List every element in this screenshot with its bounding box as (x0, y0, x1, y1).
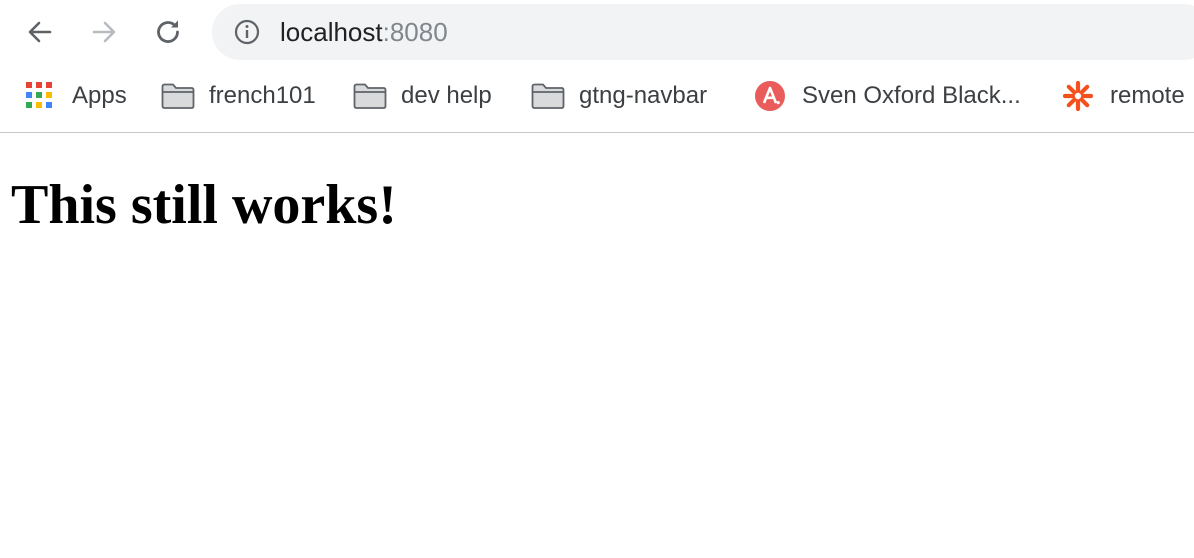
url-host: localhost (280, 17, 383, 47)
bookmark-label: gtng-navbar (579, 82, 708, 109)
page-content: This still works! (0, 133, 1194, 558)
address-bar[interactable]: localhost:8080 (212, 4, 1194, 60)
bookmark-dev-help[interactable]: dev help (353, 80, 492, 112)
page-heading: This still works! (11, 174, 397, 236)
red-circle-a-icon (754, 81, 786, 111)
forward-button[interactable] (86, 14, 122, 50)
folder-icon (353, 81, 387, 111)
back-button[interactable] (22, 14, 58, 50)
apps-grid-icon (26, 81, 60, 111)
bookmark-remote[interactable]: remote (1062, 80, 1185, 112)
reload-button[interactable] (150, 14, 186, 50)
bookmark-sven-oxford[interactable]: Sven Oxford Black... (754, 80, 1021, 112)
orange-asterisk-icon (1062, 80, 1094, 112)
reload-icon (153, 17, 183, 47)
bookmark-label: Apps (72, 82, 127, 109)
folder-icon (531, 81, 565, 111)
url-text[interactable]: localhost:8080 (280, 18, 448, 46)
bookmark-apps[interactable]: Apps (26, 80, 127, 112)
bookmark-label: french101 (209, 82, 316, 109)
forward-arrow-icon (90, 18, 118, 46)
back-arrow-icon (26, 18, 54, 46)
bookmarks-bar: Apps french101 dev help gtng-navbar Sven… (0, 66, 1194, 133)
browser-toolbar: localhost:8080 (0, 0, 1194, 66)
bookmark-gtng-navbar[interactable]: gtng-navbar (531, 80, 707, 112)
bookmark-label: Sven Oxford Black... (802, 82, 1021, 109)
bookmark-label: dev help (401, 82, 492, 109)
bookmark-french101[interactable]: french101 (161, 80, 316, 112)
bookmark-label: remote (1110, 82, 1185, 109)
url-port: :8080 (382, 17, 448, 47)
folder-icon (161, 81, 195, 111)
info-icon[interactable] (234, 19, 260, 50)
